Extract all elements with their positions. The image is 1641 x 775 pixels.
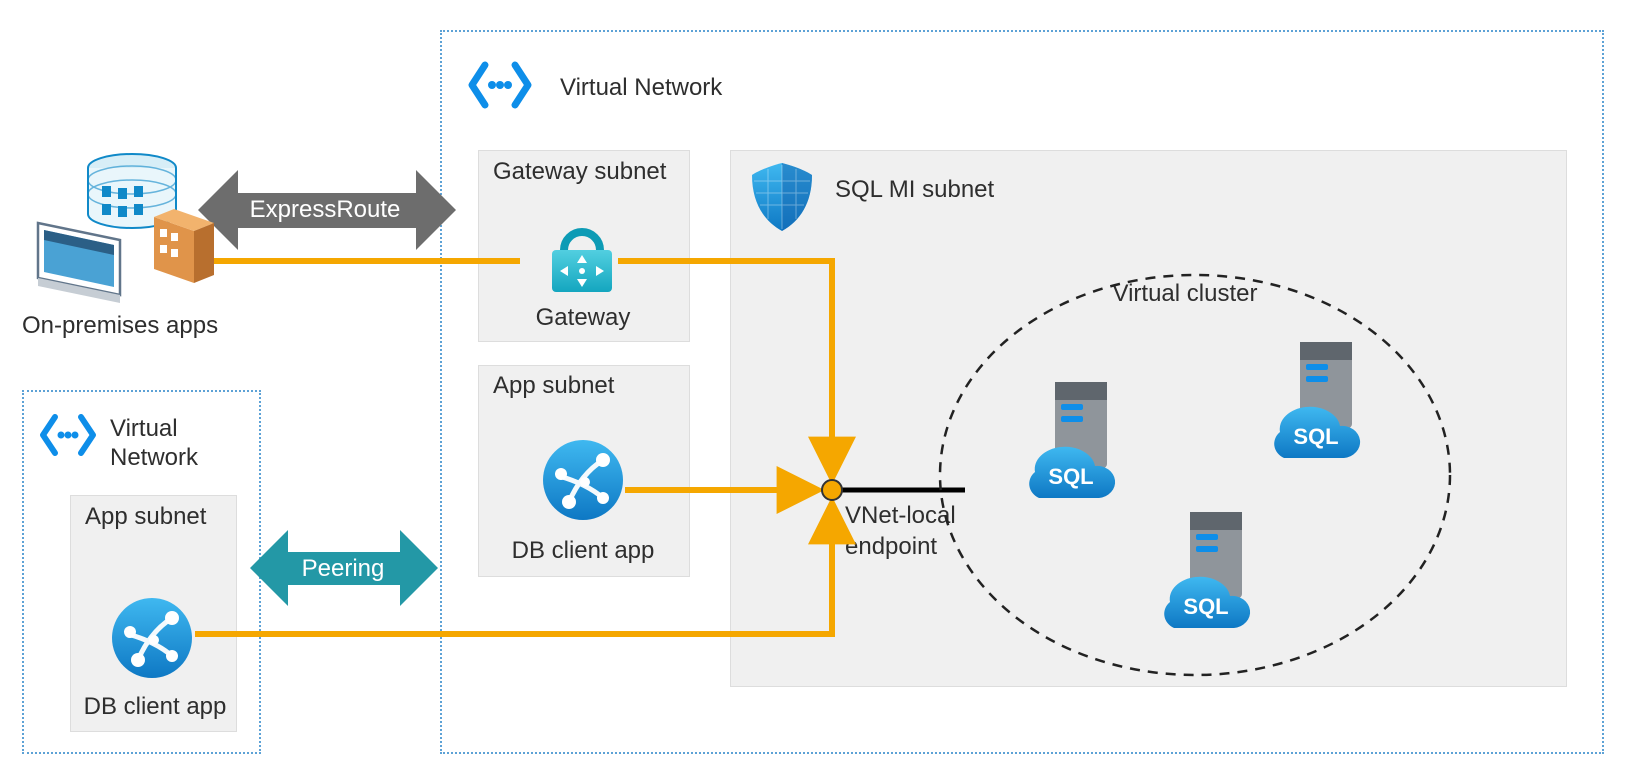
on-prem-label: On-premises apps	[22, 312, 218, 340]
app-subnet-main-label: App subnet	[493, 372, 614, 400]
db-client-main-label: DB client app	[478, 537, 688, 565]
main-vnet-label: Virtual Network	[560, 74, 722, 102]
diagram-canvas: Gateway subnet Gateway App subnet DB cli…	[0, 0, 1641, 775]
app-subnet-peer-label: App subnet	[85, 503, 225, 532]
peer-vnet-label: Virtual Network	[110, 415, 230, 473]
sqlmi-subnet-label: SQL MI subnet	[835, 176, 994, 204]
sqlmi-subnet-box	[730, 150, 1567, 687]
expressroute-label: ExpressRoute	[220, 196, 430, 224]
peering-label: Peering	[278, 555, 408, 583]
virtual-cluster-label: Virtual cluster	[985, 280, 1385, 308]
db-client-peer-label: DB client app	[60, 693, 250, 721]
gateway-subnet-label: Gateway subnet	[493, 158, 673, 187]
endpoint-label: VNet-local endpoint	[845, 500, 1005, 562]
gateway-label: Gateway	[478, 304, 688, 332]
on-prem-icon	[38, 154, 214, 303]
